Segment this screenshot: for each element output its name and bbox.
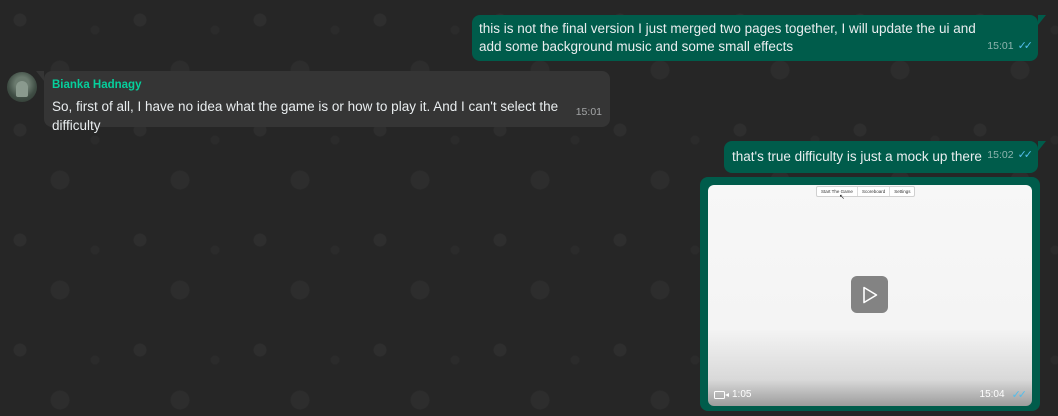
message-meta: 15:01 xyxy=(576,103,602,122)
message-meta: 15:02 ✓✓ xyxy=(987,146,1034,165)
sender-name[interactable]: Bianka Hadnagy xyxy=(52,76,602,95)
double-check-icon: ✓✓ xyxy=(1017,40,1034,52)
thumbnail-nav: Start The Game Scoreboard Settings xyxy=(816,186,916,197)
bubble-tail xyxy=(1038,141,1046,151)
message-meta: 15:04 ✓✓ xyxy=(979,388,1028,401)
video-thumbnail[interactable]: Start The Game Scoreboard Settings ↖ 1:0… xyxy=(708,185,1032,406)
incoming-message[interactable]: Bianka Hadnagy So, first of all, I have … xyxy=(36,71,610,133)
duration-text: 1:05 xyxy=(732,389,752,400)
message-time: 15:04 xyxy=(979,389,1005,400)
video-footer: 1:05 15:04 ✓✓ xyxy=(714,388,1028,401)
message-time: 15:02 xyxy=(987,149,1014,161)
thumbnail-nav-item: Settings xyxy=(894,189,911,194)
thumbnail-nav-item: Start The Game xyxy=(817,187,858,196)
message-text: this is not the final version I just mer… xyxy=(479,21,976,54)
message-text: that's true difficulty is just a mock up… xyxy=(732,149,982,164)
message-meta: 15:01 ✓✓ xyxy=(987,37,1034,56)
play-glyph xyxy=(862,286,877,303)
play-icon[interactable] xyxy=(851,276,888,313)
bubble-tail xyxy=(1038,15,1046,25)
avatar[interactable] xyxy=(7,72,37,102)
outgoing-message[interactable]: this is not the final version I just mer… xyxy=(472,15,1046,61)
video-camera-icon xyxy=(714,390,729,399)
thumbnail-nav-item: Scoreboard xyxy=(858,187,891,196)
video-duration: 1:05 xyxy=(714,389,751,400)
message-time: 15:01 xyxy=(575,106,602,118)
cursor-icon: ↖ xyxy=(839,194,845,201)
double-check-icon: ✓✓ xyxy=(1011,389,1028,401)
message-time: 15:01 xyxy=(987,40,1014,52)
double-check-icon: ✓✓ xyxy=(1017,149,1034,161)
video-message[interactable]: Start The Game Scoreboard Settings ↖ 1:0… xyxy=(700,177,1040,411)
bubble-tail xyxy=(36,71,44,81)
outgoing-message[interactable]: that's true difficulty is just a mock up… xyxy=(724,141,1046,173)
message-text: So, first of all, I have no idea what th… xyxy=(52,99,559,133)
